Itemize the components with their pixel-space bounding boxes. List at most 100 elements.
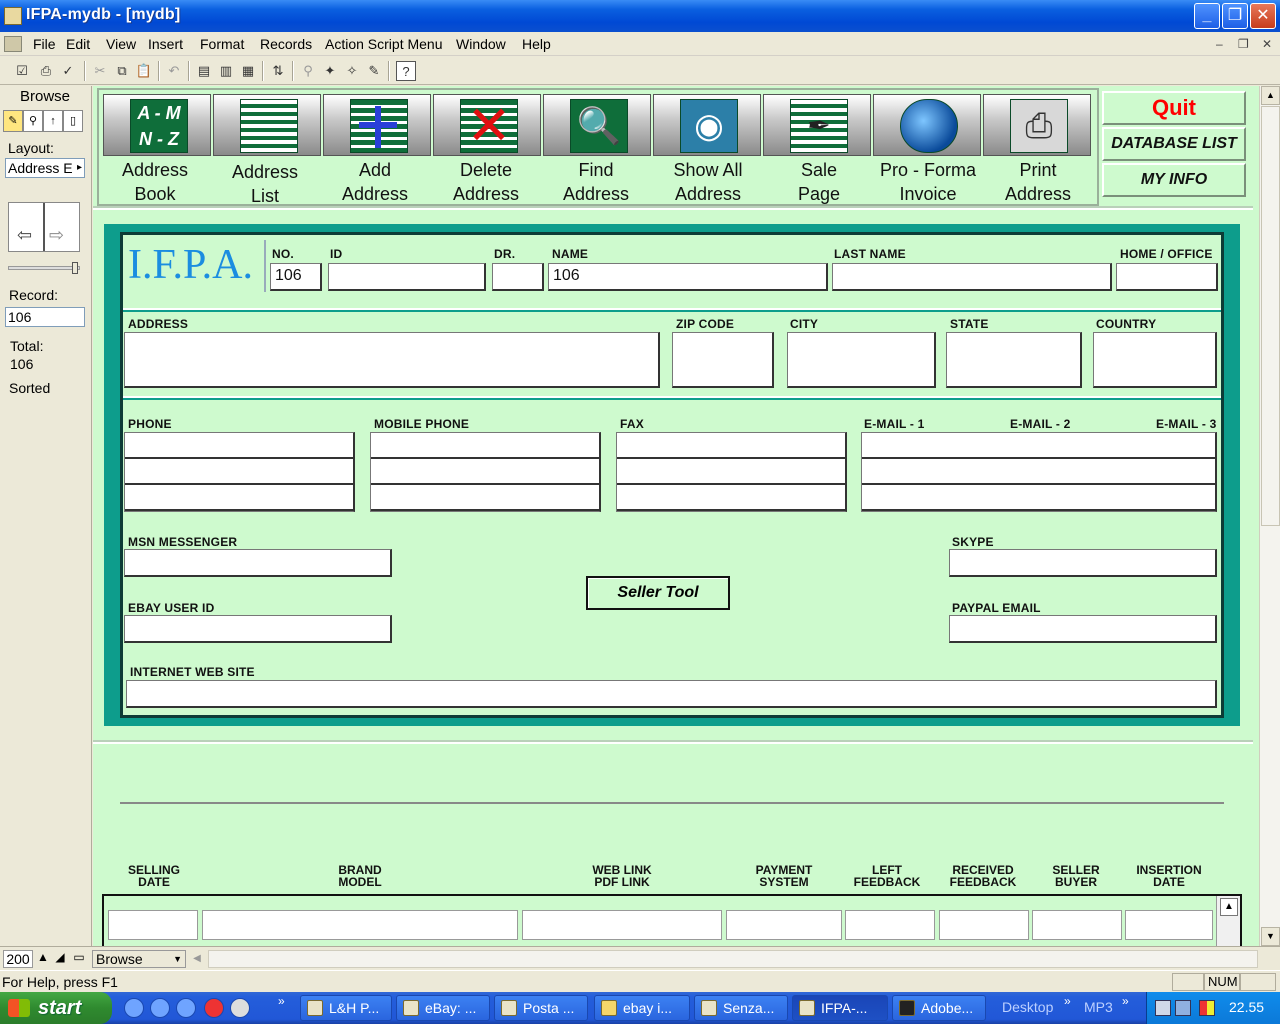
omit-icon[interactable]: ✧ (342, 61, 362, 81)
quicklaunch-media-icon[interactable] (230, 998, 250, 1018)
last-name-field[interactable] (832, 263, 1112, 291)
skype-field[interactable] (949, 549, 1217, 577)
checkbox-icon[interactable]: ☑ (12, 61, 32, 81)
phone-fields[interactable] (124, 432, 355, 512)
print-address-tile[interactable]: ⎙ (983, 94, 1091, 156)
toolbar-overflow-icon[interactable]: » (1064, 994, 1071, 1008)
fax-field-2[interactable] (617, 459, 845, 485)
scroll-thumb[interactable] (1261, 106, 1280, 526)
id-field[interactable] (328, 263, 486, 291)
zoom-in-icon[interactable]: ◢ (52, 950, 68, 968)
nav-label-delete-address[interactable]: Delete Address (432, 158, 540, 206)
nav-label-address-book[interactable]: Address Book (101, 158, 209, 206)
fax-field-1[interactable] (617, 433, 845, 459)
phone-field-1[interactable] (125, 433, 353, 459)
msn-messenger-field[interactable] (124, 549, 392, 577)
browse-mode-icon[interactable]: ✎ (3, 110, 23, 132)
email-field-1[interactable] (862, 433, 1215, 459)
horizontal-scrollbar[interactable] (208, 950, 1258, 968)
new-record-icon[interactable]: ▤ (194, 61, 214, 81)
taskbar-item[interactable]: ebay i... (594, 995, 690, 1021)
show-all-address-tile[interactable]: ◉ (653, 94, 761, 156)
fax-field-3[interactable] (617, 485, 845, 511)
desktop-toolbar-label[interactable]: Desktop (1002, 999, 1053, 1015)
mobile-field-1[interactable] (371, 433, 599, 459)
clock[interactable]: 22.55 (1229, 999, 1264, 1015)
delete-record-icon[interactable]: ▦ (238, 61, 258, 81)
payment-system-cell[interactable] (726, 910, 842, 940)
nav-label-find-address[interactable]: Find Address (542, 158, 650, 206)
undo-icon[interactable]: ↶ (164, 61, 184, 81)
zip-code-field[interactable] (672, 332, 774, 388)
taskbar-item[interactable]: Adobe... (892, 995, 986, 1021)
zoom-out-icon[interactable]: ▲ (35, 950, 51, 968)
nav-label-add-address[interactable]: Add Address (321, 158, 429, 206)
menu-help[interactable]: Help (522, 36, 551, 52)
close-button[interactable]: ✕ (1250, 3, 1276, 29)
toolbar-overflow-icon[interactable]: » (1122, 994, 1129, 1008)
mdi-restore-icon[interactable]: ❐ (1238, 37, 1249, 51)
city-field[interactable] (787, 332, 936, 388)
document-icon[interactable] (4, 36, 22, 52)
ebay-user-id-field[interactable] (124, 615, 392, 643)
copy-icon[interactable]: ⧉ (112, 61, 132, 81)
quicklaunch-ie-icon[interactable] (124, 998, 144, 1018)
status-toggle-icon[interactable]: ▭ (70, 950, 88, 968)
country-field[interactable] (1093, 332, 1217, 388)
mobile-field-3[interactable] (371, 485, 599, 511)
email-field-3[interactable] (862, 485, 1215, 511)
address-list-tile[interactable] (213, 94, 321, 156)
nav-label-address-list[interactable]: Address List (211, 160, 319, 208)
show-all-icon[interactable]: ✦ (320, 61, 340, 81)
delete-address-tile[interactable]: ✕ (433, 94, 541, 156)
brand-model-cell[interactable] (202, 910, 518, 940)
quicklaunch-outlook-icon[interactable] (150, 998, 170, 1018)
insertion-date-cell[interactable] (1125, 910, 1213, 940)
vertical-scrollbar[interactable]: ▲ ▼ (1259, 86, 1280, 946)
mdi-minimize-icon[interactable]: – (1216, 37, 1223, 51)
find-icon[interactable]: ⚲ (298, 61, 318, 81)
record-slider[interactable] (8, 266, 80, 270)
taskbar-item[interactable]: Posta ... (494, 995, 588, 1021)
quit-button[interactable]: Quit (1102, 91, 1246, 125)
scroll-left-icon[interactable]: ◀ (188, 950, 206, 968)
home-office-field[interactable] (1116, 263, 1218, 291)
menu-format[interactable]: Format (200, 36, 244, 52)
menu-records[interactable]: Records (260, 36, 312, 52)
title-bar[interactable]: IFPA-mydb - [mydb] _ ❐ ✕ (0, 0, 1280, 32)
phone-field-3[interactable] (125, 485, 353, 511)
duplicate-record-icon[interactable]: ▥ (216, 61, 236, 81)
paste-icon[interactable]: 📋 (134, 61, 154, 81)
menu-insert[interactable]: Insert (148, 36, 183, 52)
menu-file[interactable]: File (33, 36, 56, 52)
modify-icon[interactable]: ✎ (364, 61, 384, 81)
sort-icon[interactable]: ⇅ (268, 61, 288, 81)
database-list-button[interactable]: DATABASE LIST (1102, 127, 1246, 161)
zoom-level[interactable]: 200 (3, 950, 33, 968)
mdi-close-icon[interactable]: ✕ (1262, 37, 1272, 51)
taskbar-item[interactable]: L&H P... (300, 995, 392, 1021)
print-icon[interactable]: ⎙ (36, 61, 56, 81)
layout-mode-icon[interactable]: ↑ (43, 110, 63, 132)
nav-label-sale-page[interactable]: Sale Page (765, 158, 873, 206)
cut-icon[interactable]: ✂ (90, 61, 110, 81)
address-book-tile[interactable]: A - M N - Z (103, 94, 211, 156)
book-navigator-icon[interactable]: ⇦ ⇨ (8, 202, 80, 252)
app-icon[interactable] (4, 7, 22, 25)
nav-label-show-all-address[interactable]: Show All Address (654, 158, 762, 206)
minimize-button[interactable]: _ (1194, 3, 1220, 29)
quicklaunch-overflow-icon[interactable]: » (278, 994, 285, 1008)
help-icon[interactable]: ? (396, 61, 416, 81)
tray-alert-icon[interactable] (1199, 1000, 1215, 1016)
state-field[interactable] (946, 332, 1082, 388)
portal-scrollbar[interactable]: ▲ (1216, 896, 1240, 946)
slider-thumb[interactable] (72, 262, 78, 274)
mobile-field-2[interactable] (371, 459, 599, 485)
quicklaunch-opera-icon[interactable] (204, 998, 224, 1018)
mobile-phone-fields[interactable] (370, 432, 601, 512)
received-feedback-cell[interactable] (939, 910, 1029, 940)
web-link-cell[interactable] (522, 910, 722, 940)
mp3-toolbar-label[interactable]: MP3 (1084, 999, 1113, 1015)
add-address-tile[interactable] (323, 94, 431, 156)
sale-page-tile[interactable]: ✒ (763, 94, 871, 156)
